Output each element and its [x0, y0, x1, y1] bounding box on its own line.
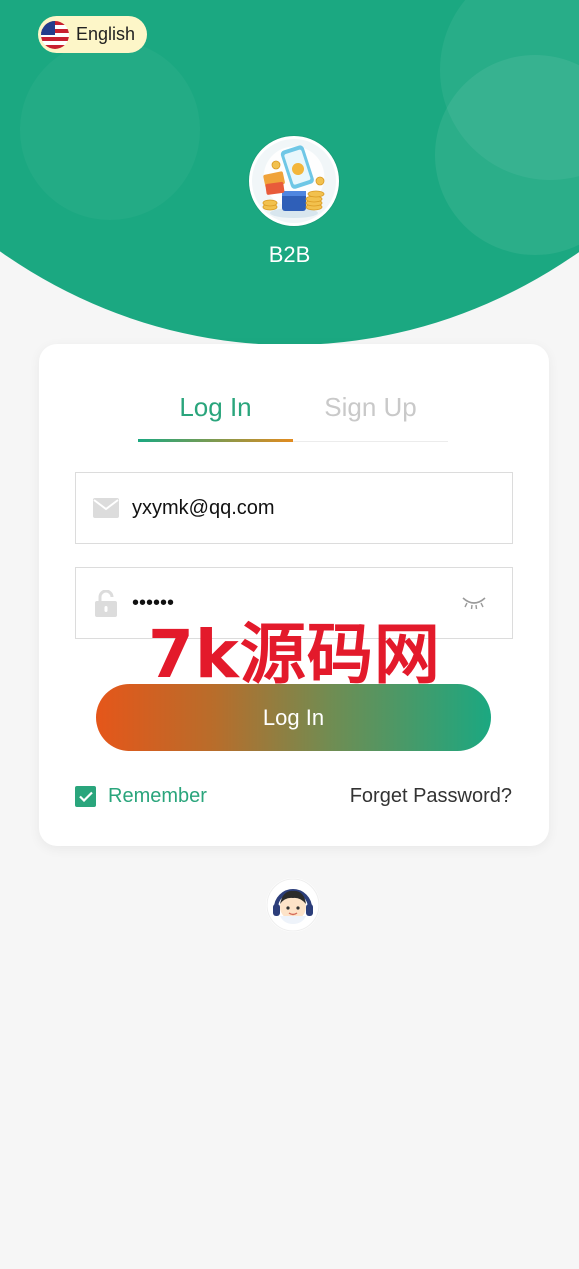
lock-icon [93, 589, 119, 617]
tab-login[interactable]: Log In [138, 384, 293, 442]
auth-card: Log In Sign Up •••••• [39, 344, 549, 846]
customer-service-icon[interactable] [266, 878, 320, 932]
logo-illustration-icon [262, 145, 325, 218]
email-field[interactable] [75, 472, 513, 544]
forgot-password-link[interactable]: Forget Password? [350, 785, 512, 808]
header-banner: English B2B [0, 0, 579, 345]
remember-checkbox[interactable]: Remember [75, 785, 207, 808]
checkmark-icon [75, 786, 96, 807]
auth-tabs: Log In Sign Up [138, 384, 448, 442]
language-label: English [76, 24, 136, 44]
remember-label: Remember [108, 785, 207, 807]
eye-closed-icon[interactable] [462, 596, 486, 615]
mail-icon [93, 498, 119, 518]
watermark-text: 7k源码网 [148, 616, 441, 693]
decor-bubble [20, 40, 200, 220]
us-flag-icon [41, 20, 69, 49]
email-input[interactable] [132, 496, 452, 520]
tab-signup[interactable]: Sign Up [293, 384, 448, 441]
language-selector[interactable]: English [38, 16, 147, 53]
brand-name: B2B [268, 242, 311, 267]
app-logo [249, 136, 339, 226]
